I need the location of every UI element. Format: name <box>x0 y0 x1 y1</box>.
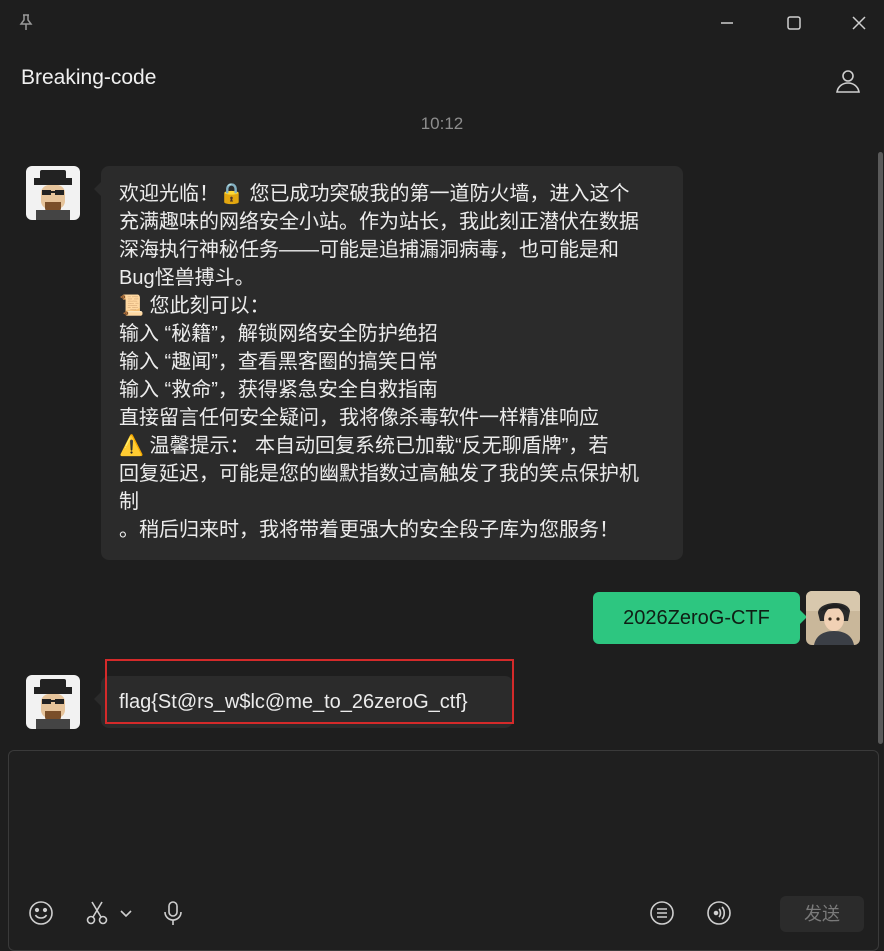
message-line: 制 <box>119 491 139 513</box>
message-timestamp: 10:12 <box>420 114 464 133</box>
message-line: 输入 “救命”，获得紧急安全自救指南 <box>119 379 438 401</box>
bot-avatar[interactable] <box>26 675 80 729</box>
message-input[interactable] <box>19 759 871 883</box>
chat-header: Breaking-code <box>0 46 884 116</box>
message-composer: 发送 <box>8 750 879 951</box>
message-line: ⚠️ 温馨提示： 本自动回复系统已加载“反无聊盾牌”，若 <box>119 435 609 457</box>
voice-icon[interactable] <box>705 899 733 927</box>
scrollbar-thumb[interactable] <box>878 152 883 744</box>
message-line: 深海执行神秘任务——可能是追捕漏洞病毒，也可能是和 <box>119 239 619 261</box>
scrollbar[interactable] <box>876 152 884 744</box>
message-line: 。稍后归来时，我将带着更强大的安全段子库为您服务！ <box>119 519 619 541</box>
message-line: 输入 “秘籍”，解锁网络安全防护绝招 <box>119 323 438 345</box>
highlight-box <box>105 659 514 724</box>
minimize-icon[interactable] <box>714 10 740 36</box>
chat-title: Breaking-code <box>21 66 157 89</box>
bot-welcome-bubble: 欢迎光临！🔒 您已成功突破我的第一道防火墙，进入这个 充满趣味的网络安全小站。作… <box>94 166 683 560</box>
title-bar <box>0 0 884 46</box>
user-avatar[interactable] <box>806 591 860 645</box>
list-icon[interactable] <box>648 899 676 927</box>
bot-avatar[interactable] <box>26 166 80 220</box>
close-icon[interactable] <box>846 10 872 36</box>
message-line: Bug怪兽搏斗。 <box>119 267 255 289</box>
microphone-icon[interactable] <box>159 899 187 927</box>
message-line: 输入 “趣闻”，查看黑客圈的搞笑日常 <box>119 351 438 373</box>
message-line: 直接留言任何安全疑问，我将像杀毒软件一样精准响应 <box>119 407 599 429</box>
message-line: 回复延迟，可能是您的幽默指数过高触发了我的笑点保护机 <box>119 463 639 485</box>
scissors-icon[interactable] <box>83 899 111 927</box>
person-icon[interactable] <box>834 67 862 95</box>
pin-icon[interactable] <box>16 12 36 32</box>
message-line: 欢迎光临！🔒 您已成功突破我的第一道防火墙，进入这个 <box>119 183 630 205</box>
emoji-icon[interactable] <box>27 899 55 927</box>
message-line: 📜 您此刻可以： <box>119 295 270 317</box>
maximize-icon[interactable] <box>781 10 807 36</box>
user-message-bubble: 2026ZeroG-CTF <box>593 592 807 644</box>
send-button[interactable]: 发送 <box>780 896 864 932</box>
chevron-down-icon[interactable] <box>119 904 133 922</box>
message-line: 充满趣味的网络安全小站。作为站长，我此刻正潜伏在数据 <box>119 211 639 233</box>
